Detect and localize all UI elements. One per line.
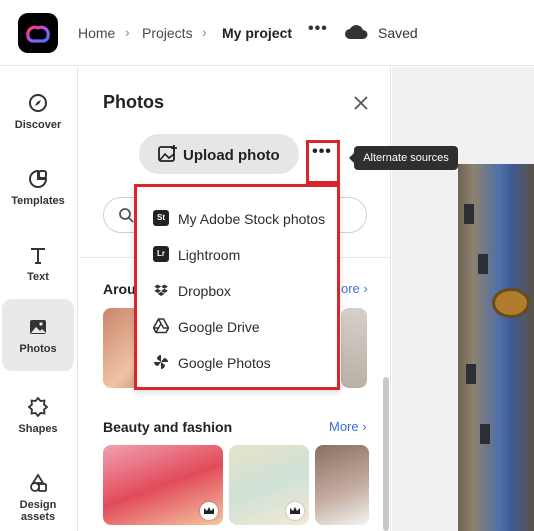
breadcrumb-projects[interactable]: Projects — [142, 25, 193, 41]
photos-icon — [30, 320, 46, 334]
google-drive-icon — [153, 318, 169, 334]
close-icon[interactable] — [353, 95, 369, 111]
menu-item-label: Google Photos — [178, 355, 271, 371]
shapes-icon — [28, 397, 48, 417]
top-bar: Home › Projects › My project ••• Saved — [0, 0, 534, 66]
compass-icon — [29, 94, 47, 112]
premium-crown-icon — [286, 502, 304, 520]
menu-item-label: Lightroom — [178, 247, 241, 263]
more-link[interactable]: ore › — [341, 281, 368, 296]
rail-label: Discover — [14, 119, 62, 131]
menu-item-label: Google Drive — [178, 319, 260, 335]
design-assets-icon — [30, 473, 47, 492]
menu-item-label: Dropbox — [178, 283, 231, 299]
adobe-stock-icon: St — [153, 210, 169, 226]
window — [464, 204, 474, 224]
menu-item-google-drive[interactable]: Google Drive — [137, 309, 337, 345]
section-title: Beauty and fashion — [103, 419, 233, 435]
add-image-icon — [158, 145, 177, 162]
highlight-box — [306, 140, 340, 184]
alternate-sources-menu: St My Adobe Stock photos Lr Lightroom Dr… — [134, 184, 340, 390]
breadcrumb-current-project[interactable]: My project — [222, 25, 292, 41]
more-link[interactable]: More › — [329, 419, 367, 434]
text-icon — [31, 248, 45, 264]
rail-label: Design assets — [19, 499, 57, 523]
menu-item-lightroom[interactable]: Lr Lightroom — [137, 237, 337, 273]
premium-crown-icon — [200, 502, 218, 520]
save-status: Saved — [378, 25, 418, 41]
photo-thumbnail[interactable] — [315, 445, 369, 525]
rail-item-shapes[interactable]: Shapes — [2, 379, 74, 451]
shop-sign — [492, 288, 530, 318]
google-photos-icon — [154, 355, 168, 369]
rail-item-text[interactable]: Text — [2, 227, 74, 299]
chevron-right-icon: › — [125, 24, 130, 40]
rail-label: Text — [27, 271, 49, 283]
rail-item-design-assets[interactable]: Design assets — [2, 455, 74, 527]
scrollbar[interactable] — [383, 377, 389, 531]
lightroom-icon: Lr — [153, 246, 169, 262]
menu-item-google-photos[interactable]: Google Photos — [137, 345, 337, 381]
photo-thumbnail[interactable] — [341, 308, 367, 388]
rail-item-templates[interactable]: Templates — [2, 151, 74, 223]
panel-title: Photos — [103, 92, 164, 112]
rail-label: Shapes — [18, 423, 58, 435]
dropbox-icon — [154, 284, 168, 297]
more-options-button[interactable]: ••• — [308, 20, 328, 44]
breadcrumb-home[interactable]: Home — [78, 25, 115, 41]
left-rail: Discover Templates Text Photos Shapes De… — [0, 67, 78, 531]
rail-label: Templates — [11, 195, 65, 207]
window — [466, 364, 476, 384]
upload-photo-button[interactable]: Upload photo — [139, 134, 299, 174]
templates-icon — [29, 169, 48, 188]
menu-item-adobe-stock[interactable]: St My Adobe Stock photos — [137, 201, 337, 237]
rail-item-photos[interactable]: Photos — [2, 299, 74, 371]
window — [478, 254, 488, 274]
chevron-right-icon: › — [202, 24, 207, 40]
section-title: Arou — [103, 281, 136, 297]
rail-item-discover[interactable]: Discover — [2, 75, 74, 147]
creative-cloud-logo[interactable] — [18, 13, 58, 53]
menu-item-dropbox[interactable]: Dropbox — [137, 273, 337, 309]
window — [480, 424, 490, 444]
rail-label: Photos — [19, 343, 57, 355]
menu-item-label: My Adobe Stock photos — [178, 211, 326, 227]
search-icon — [119, 208, 134, 223]
canvas-photo[interactable] — [458, 164, 534, 531]
alternate-sources-tooltip: Alternate sources — [349, 146, 458, 170]
cloud-icon — [344, 24, 368, 45]
upload-photo-label: Upload photo — [183, 147, 280, 164]
